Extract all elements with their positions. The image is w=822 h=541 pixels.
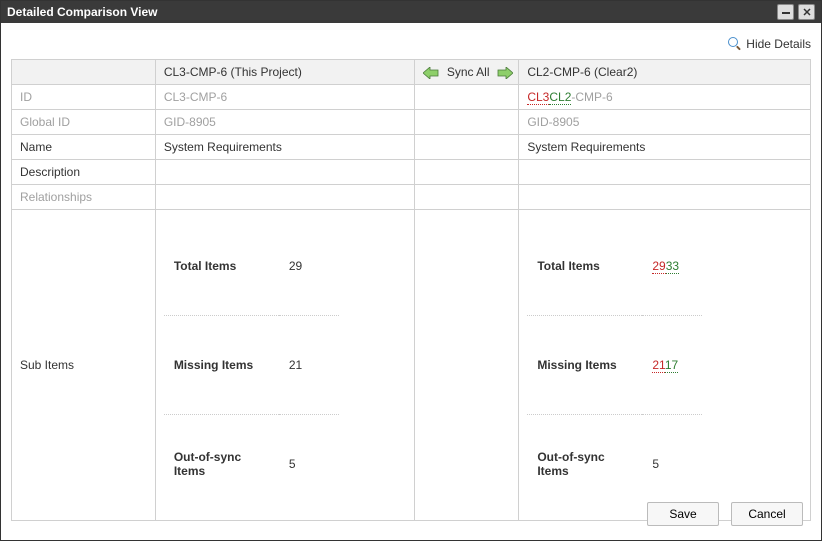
footer-buttons: Save Cancel <box>647 502 803 526</box>
description-mid <box>415 160 519 185</box>
label-relationships: Relationships <box>12 185 156 210</box>
oos-items-value: 5 <box>279 415 339 514</box>
row-description: Description <box>12 160 811 185</box>
sub-items-left: Total Items 29 Missing Items 21 Out-of-s… <box>155 210 415 521</box>
arrow-left-icon <box>423 67 439 79</box>
table-row: Missing Items 21 <box>164 316 339 415</box>
total-ins: 33 <box>666 259 679 274</box>
table-row: Out-of-sync Items 5 <box>164 415 339 514</box>
relationships-right <box>519 185 811 210</box>
row-global-id: Global ID GID-8905 GID-8905 <box>12 110 811 135</box>
sub-items-mid <box>415 210 519 521</box>
hide-details-link[interactable]: Hide Details <box>728 37 811 51</box>
oos-items-value: 5 <box>642 415 702 514</box>
name-mid <box>415 135 519 160</box>
window-title: Detailed Comparison View <box>7 5 158 19</box>
label-description: Description <box>12 160 156 185</box>
id-right-ins: CL2 <box>549 90 571 105</box>
id-right-del: CL3 <box>527 90 549 105</box>
row-relationships: Relationships <box>12 185 811 210</box>
missing-ins: 17 <box>665 358 678 373</box>
header-blank <box>12 60 156 85</box>
oos-items-label: Out-of-sync Items <box>527 415 642 514</box>
label-name: Name <box>12 135 156 160</box>
total-items-value: 2933 <box>642 217 702 316</box>
missing-items-value: 21 <box>279 316 339 415</box>
global-id-mid <box>415 110 519 135</box>
name-right: System Requirements <box>519 135 811 160</box>
magnifier-icon <box>728 37 742 51</box>
name-left: System Requirements <box>155 135 415 160</box>
global-id-right: GID-8905 <box>519 110 811 135</box>
sub-items-right-table: Total Items 2933 Missing Items 2117 <box>527 217 702 513</box>
relationships-mid <box>415 185 519 210</box>
content-area: Hide Details CL3-CMP-6 (This Project) Sy… <box>1 23 821 540</box>
total-del: 29 <box>652 259 665 274</box>
label-id: ID <box>12 85 156 110</box>
missing-items-value: 2117 <box>642 316 702 415</box>
sub-items-left-table: Total Items 29 Missing Items 21 Out-of-s… <box>164 217 339 513</box>
description-left <box>155 160 415 185</box>
dialog-window: Detailed Comparison View Hide Details <box>0 0 822 541</box>
id-left: CL3-CMP-6 <box>155 85 415 110</box>
row-sub-items: Sub Items Total Items 29 Missing Items 2… <box>12 210 811 521</box>
cancel-button[interactable]: Cancel <box>731 502 803 526</box>
sync-all-label: Sync All <box>447 65 490 79</box>
toolbar-top: Hide Details <box>11 33 811 55</box>
label-sub-items: Sub Items <box>12 210 156 521</box>
total-items-value: 29 <box>279 217 339 316</box>
close-button[interactable] <box>798 4 815 20</box>
total-items-label: Total Items <box>164 217 279 316</box>
relationships-left <box>155 185 415 210</box>
id-mid <box>415 85 519 110</box>
row-id: ID CL3-CMP-6 CL3CL2-CMP-6 <box>12 85 811 110</box>
header-left-project: CL3-CMP-6 (This Project) <box>155 60 415 85</box>
missing-items-label: Missing Items <box>164 316 279 415</box>
label-global-id: Global ID <box>12 110 156 135</box>
comparison-table: CL3-CMP-6 (This Project) Sync All CL2-CM… <box>11 59 811 521</box>
save-button[interactable]: Save <box>647 502 719 526</box>
total-items-label: Total Items <box>527 217 642 316</box>
row-name: Name System Requirements System Requirem… <box>12 135 811 160</box>
table-row: Total Items 29 <box>164 217 339 316</box>
missing-del: 21 <box>652 358 664 373</box>
table-row: Out-of-sync Items 5 <box>527 415 702 514</box>
id-right: CL3CL2-CMP-6 <box>519 85 811 110</box>
global-id-left: GID-8905 <box>155 110 415 135</box>
header-right-project: CL2-CMP-6 (Clear2) <box>519 60 811 85</box>
id-right-rest: -CMP-6 <box>571 90 612 104</box>
minimize-button[interactable] <box>777 4 794 20</box>
oos-items-label: Out-of-sync Items <box>164 415 279 514</box>
missing-items-label: Missing Items <box>527 316 642 415</box>
hide-details-label: Hide Details <box>746 37 811 51</box>
arrow-right-icon <box>497 67 513 79</box>
table-row: Total Items 2933 <box>527 217 702 316</box>
titlebar: Detailed Comparison View <box>1 1 821 23</box>
sync-all-cell[interactable]: Sync All <box>415 60 519 85</box>
sub-items-right: Total Items 2933 Missing Items 2117 <box>519 210 811 521</box>
header-row: CL3-CMP-6 (This Project) Sync All CL2-CM… <box>12 60 811 85</box>
description-right <box>519 160 811 185</box>
table-row: Missing Items 2117 <box>527 316 702 415</box>
